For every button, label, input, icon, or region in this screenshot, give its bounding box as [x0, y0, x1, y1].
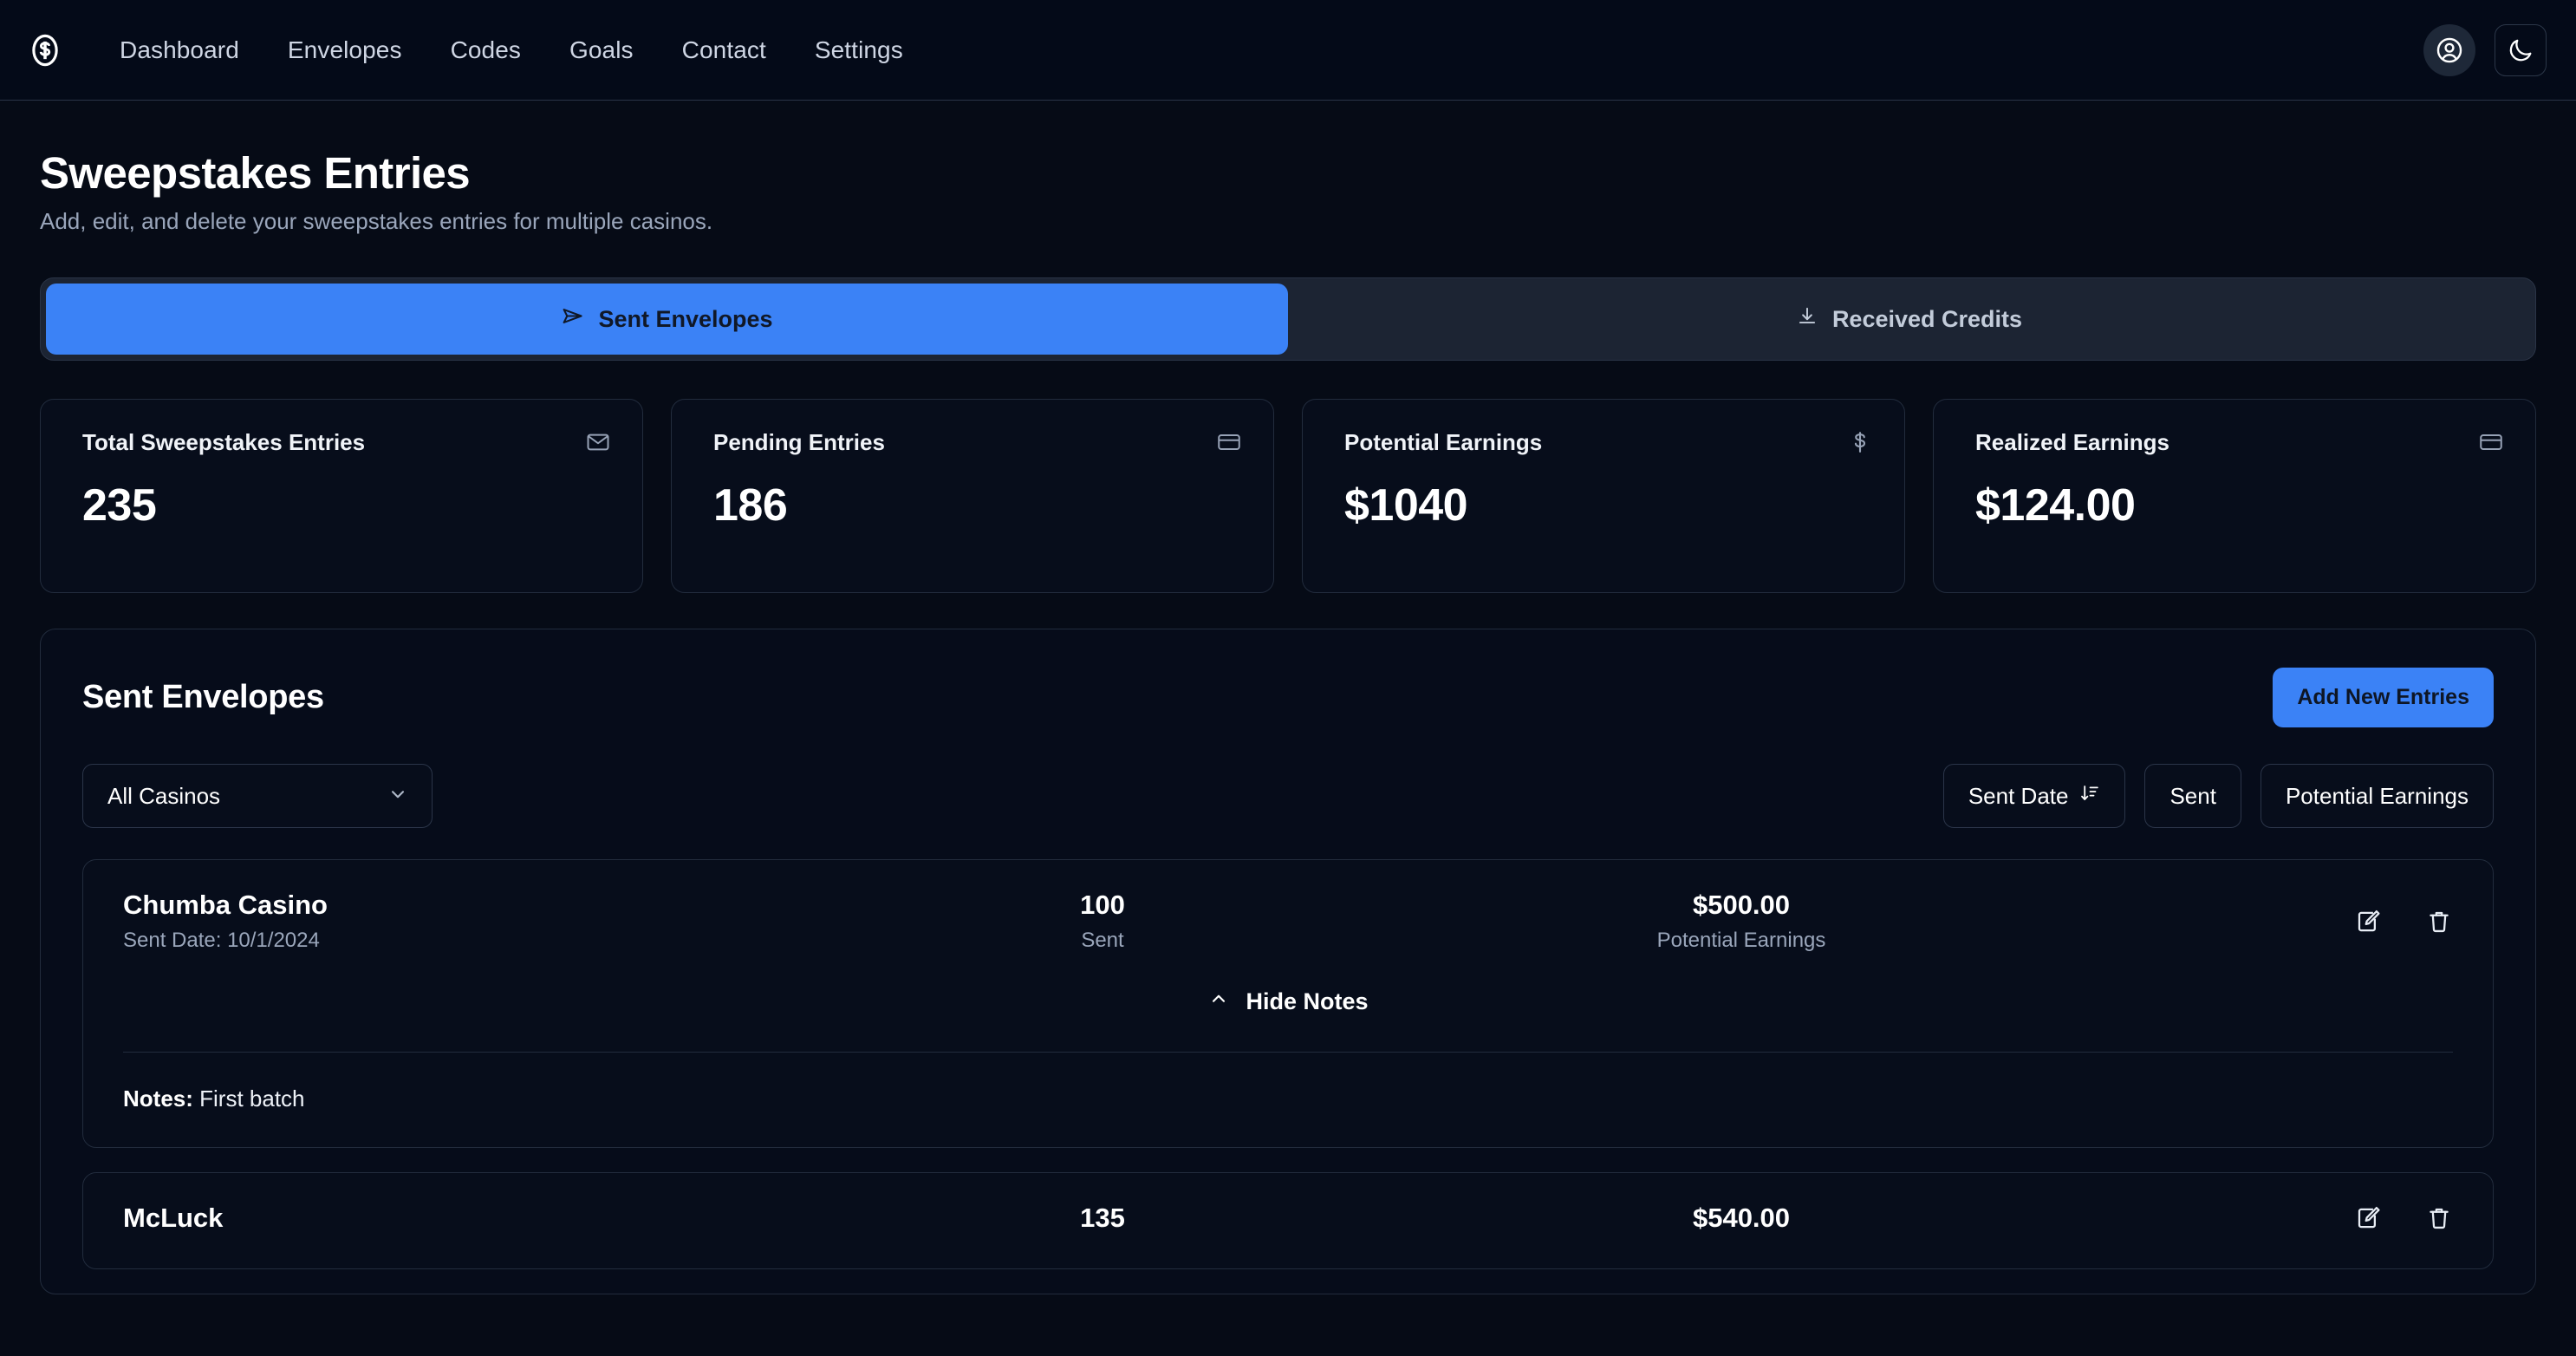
moon-icon[interactable] — [2495, 23, 2547, 76]
stat-card-pending-entries: Pending Entries 186 — [671, 399, 1274, 593]
edit-icon[interactable] — [2354, 1204, 2382, 1232]
stat-card-header: Pending Entries — [713, 429, 1242, 456]
edit-icon[interactable] — [2354, 908, 2382, 936]
entry-casino-column: McLuck — [123, 1203, 973, 1234]
sort-buttons: Sent Date Sent Potential Earnings — [1942, 764, 2494, 828]
tab-sent-envelopes[interactable]: Sent Envelopes — [46, 284, 1288, 355]
sort-button-potential-earnings-label: Potential Earnings — [2285, 782, 2469, 809]
entry-sent-column: 100 Sent — [973, 890, 1233, 953]
credit-card-icon — [1216, 429, 1242, 455]
envelope-icon — [585, 429, 611, 455]
sort-button-sent-date[interactable]: Sent Date — [1942, 764, 2126, 828]
hide-notes-toggle[interactable]: Hide Notes — [123, 988, 2453, 1016]
page-header: Sweepstakes Entries Add, edit, and delet… — [40, 101, 2536, 235]
entry-action-buttons — [2354, 1204, 2453, 1232]
entry-sent-value: 100 — [1080, 890, 1125, 920]
top-navbar: Dashboard Envelopes Codes Goals Contact … — [0, 0, 2576, 101]
entry-earnings-value: $500.00 — [1692, 890, 1791, 920]
sent-envelopes-panel: Sent Envelopes Add New Entries All Casin… — [40, 629, 2536, 1294]
stat-label: Potential Earnings — [1344, 429, 1543, 455]
hide-notes-label: Hide Notes — [1246, 988, 1369, 1014]
entry-row[interactable]: McLuck 135 $540.00 — [82, 1172, 2494, 1269]
send-icon — [561, 304, 584, 334]
download-icon — [1796, 305, 1818, 334]
entry-sent-label: Sent — [1081, 929, 1124, 952]
panel-header: Sent Envelopes Add New Entries — [82, 668, 2494, 727]
entry-earnings-column: $540.00 — [1233, 1203, 2354, 1234]
page-content: Sweepstakes Entries Add, edit, and delet… — [0, 101, 2576, 1294]
filter-sort-row: All Casinos Sent Date Sent Potential Ear… — [82, 764, 2494, 828]
entry-row[interactable]: Chumba Casino Sent Date: 10/1/2024 100 S… — [82, 859, 2494, 1148]
entry-summary: Chumba Casino Sent Date: 10/1/2024 100 S… — [123, 890, 2453, 953]
page-title: Sweepstakes Entries — [40, 148, 471, 198]
stat-card-total-entries: Total Sweepstakes Entries 235 — [40, 399, 643, 593]
entry-action-buttons — [2354, 908, 2453, 936]
entry-earnings-label: Potential Earnings — [1656, 929, 1826, 952]
casino-filter-value: All Casinos — [107, 782, 221, 809]
stat-label: Total Sweepstakes Entries — [82, 429, 366, 455]
stat-card-header: Potential Earnings — [1344, 429, 1873, 456]
stat-value: 235 — [82, 480, 157, 531]
sort-button-sent[interactable]: Sent — [2144, 764, 2241, 828]
stat-card-header: Total Sweepstakes Entries — [82, 429, 611, 456]
dollar-circle-icon[interactable] — [26, 31, 64, 69]
view-tab-switcher: Sent Envelopes Received Credits — [40, 277, 2536, 361]
tab-received-credits[interactable]: Received Credits — [1288, 284, 2530, 355]
stat-label: Pending Entries — [713, 429, 885, 455]
sort-descending-icon — [2079, 783, 2100, 810]
panel-title: Sent Envelopes — [82, 679, 324, 715]
dollar-icon — [1847, 429, 1873, 455]
stat-value: $1040 — [1344, 480, 1468, 531]
entries-list: Chumba Casino Sent Date: 10/1/2024 100 S… — [82, 859, 2494, 1269]
nav-link-envelopes[interactable]: Envelopes — [263, 28, 426, 73]
tab-received-credits-label: Received Credits — [1831, 305, 2023, 332]
trash-icon[interactable] — [2425, 1204, 2453, 1232]
casino-filter-select[interactable]: All Casinos — [82, 764, 433, 828]
stat-cards: Total Sweepstakes Entries 235 Pending En… — [40, 399, 2536, 593]
entry-casino-column: Chumba Casino Sent Date: 10/1/2024 — [123, 890, 973, 953]
stat-value: 186 — [713, 480, 788, 531]
notes-divider — [123, 1052, 2453, 1053]
stat-label: Realized Earnings — [1975, 429, 2169, 455]
nav-link-dashboard[interactable]: Dashboard — [95, 28, 263, 73]
entry-sent-date: Sent Date: 10/1/2024 — [123, 929, 320, 952]
credit-card-icon — [2478, 429, 2504, 455]
stat-card-header: Realized Earnings — [1975, 429, 2504, 456]
tab-sent-envelopes-label: Sent Envelopes — [598, 305, 773, 332]
entry-notes: Notes: First batch — [123, 1085, 2453, 1112]
stat-value: $124.00 — [1975, 480, 2136, 531]
entry-earnings-column: $500.00 Potential Earnings — [1233, 890, 2354, 953]
nav-right-actions — [2423, 23, 2547, 76]
entry-earnings-value: $540.00 — [1692, 1203, 1791, 1233]
nav-link-settings[interactable]: Settings — [790, 28, 927, 73]
stat-card-realized-earnings: Realized Earnings $124.00 — [1933, 399, 2536, 593]
add-new-entries-button[interactable]: Add New Entries — [2273, 668, 2494, 727]
nav-link-contact[interactable]: Contact — [658, 28, 790, 73]
nav-link-codes[interactable]: Codes — [426, 28, 545, 73]
entry-casino-name: Chumba Casino — [123, 890, 328, 920]
sort-button-sent-label: Sent — [2169, 782, 2216, 809]
chevron-down-icon — [387, 783, 409, 810]
page-subtitle: Add, edit, and delete your sweepstakes e… — [40, 208, 713, 234]
chevron-up-icon — [1207, 988, 1230, 1016]
user-circle-icon[interactable] — [2423, 23, 2475, 76]
trash-icon[interactable] — [2425, 908, 2453, 936]
nav-links: Dashboard Envelopes Codes Goals Contact … — [95, 28, 927, 73]
sort-button-potential-earnings[interactable]: Potential Earnings — [2260, 764, 2494, 828]
entry-sent-value: 135 — [1080, 1203, 1125, 1233]
entry-notes-body: First batch — [199, 1085, 305, 1112]
entry-notes-label: Notes: — [123, 1085, 193, 1112]
sort-button-sent-date-label: Sent Date — [1968, 782, 2069, 809]
entry-sent-column: 135 — [973, 1203, 1233, 1234]
entry-casino-name: McLuck — [123, 1203, 224, 1233]
entry-summary: McLuck 135 $540.00 — [123, 1203, 2453, 1234]
nav-link-goals[interactable]: Goals — [545, 28, 658, 73]
stat-card-potential-earnings: Potential Earnings $1040 — [1302, 399, 1905, 593]
